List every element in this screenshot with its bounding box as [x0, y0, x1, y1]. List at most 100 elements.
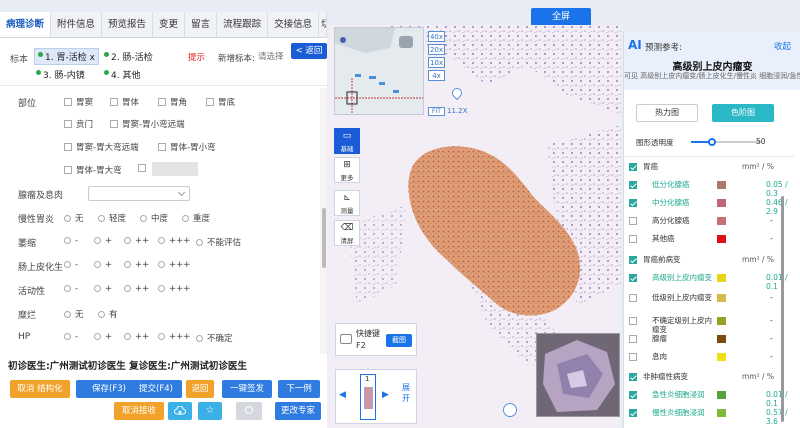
chronic-radio[interactable]: 无 — [64, 212, 84, 224]
site-checkbox[interactable]: 胃体-胃小弯 — [158, 141, 216, 153]
activity-radio[interactable]: + — [94, 284, 112, 294]
one-click-sign-button[interactable]: 一键签发 — [222, 380, 272, 398]
color-swatch[interactable] — [717, 235, 726, 243]
erosion-radio[interactable]: 无 — [64, 308, 84, 320]
activity-radio[interactable]: +++ — [158, 284, 190, 294]
metaplasia-radio[interactable]: +++ — [158, 260, 190, 270]
specimen-item-4[interactable]: 4. 其他 — [104, 68, 140, 81]
tab-flow-track[interactable]: 流程跟踪 — [217, 12, 269, 37]
metaplasia-radio[interactable]: - — [64, 260, 78, 270]
zoom-10x-button[interactable]: 10x — [428, 57, 445, 68]
category-checkbox[interactable] — [629, 373, 637, 381]
activity-radio[interactable]: - — [64, 284, 78, 294]
site-checkbox[interactable]: 胃角 — [158, 96, 187, 108]
specimen-item-3[interactable]: 3. 肠-内镜 — [36, 68, 85, 81]
site-checkbox[interactable]: 贲门 — [64, 118, 93, 130]
site-checkbox[interactable] — [138, 164, 150, 174]
tab-message[interactable]: 留言 — [185, 12, 218, 37]
category-checkbox[interactable] — [629, 199, 637, 207]
cancel-receive-button[interactable]: 取消接收 — [114, 402, 164, 420]
change-expert-button[interactable]: 更改专家 — [275, 402, 321, 420]
site-checkbox[interactable]: 胃体 — [110, 96, 139, 108]
erosion-radio[interactable]: 有 — [98, 308, 118, 320]
site-checkbox[interactable]: 胃窦 — [64, 96, 93, 108]
category-checkbox[interactable] — [629, 409, 637, 417]
tool-measure[interactable]: ⊾ 测量 — [334, 190, 360, 216]
gland-select[interactable] — [88, 186, 190, 201]
hint-text[interactable]: 提示 — [188, 51, 205, 63]
category-checkbox[interactable] — [629, 181, 637, 189]
collapse-button[interactable]: 收起 — [774, 40, 791, 52]
site-checkbox[interactable]: 胃窦-胃小弯远端 — [110, 118, 185, 130]
color-swatch[interactable] — [717, 294, 726, 302]
zoom-4x-button[interactable]: 4x — [428, 70, 445, 81]
site-checkbox[interactable]: 胃体-胃大弯 — [64, 164, 122, 176]
screenshot-button[interactable]: 截图 — [386, 334, 412, 347]
atrophy-radio[interactable]: 不能评估 — [196, 236, 241, 248]
category-checkbox[interactable] — [629, 317, 637, 325]
atrophy-radio[interactable]: ++ — [124, 236, 149, 246]
hp-radio[interactable]: ++ — [124, 332, 149, 342]
tool-clear[interactable]: ⌫ 清屏 — [334, 220, 360, 246]
category-checkbox[interactable] — [629, 353, 637, 361]
favorite-button[interactable]: ☆ — [198, 402, 222, 420]
close-icon[interactable]: x — [90, 53, 95, 63]
tab-more[interactable]: 切 — [319, 12, 327, 37]
slide-thumbnail[interactable]: 1 — [360, 374, 376, 420]
category-checkbox[interactable] — [629, 217, 637, 225]
chronic-radio[interactable]: 重度 — [182, 212, 210, 224]
form-scroll-thumb[interactable] — [322, 208, 326, 268]
hp-radio[interactable]: 不确定 — [196, 332, 233, 344]
tab-diagnosis[interactable]: 病理诊断 — [0, 12, 52, 37]
fullscreen-button[interactable]: 全屏 — [531, 8, 591, 26]
metaplasia-radio[interactable]: ++ — [124, 260, 149, 270]
zoom-20x-button[interactable]: 20x — [428, 44, 445, 55]
heatmap-preview[interactable] — [536, 333, 620, 417]
category-checkbox[interactable] — [629, 335, 637, 343]
chronic-radio[interactable]: 轻度 — [98, 212, 126, 224]
opacity-slider-handle[interactable] — [708, 138, 716, 146]
overview-navigator[interactable] — [334, 27, 424, 115]
color-swatch[interactable] — [717, 335, 726, 343]
upload-cloud-button[interactable] — [168, 402, 192, 420]
return-button[interactable]: 退回 — [186, 380, 214, 398]
tool-basic[interactable]: ▭ 基础 — [334, 128, 360, 154]
chronic-radio[interactable]: 中度 — [140, 212, 168, 224]
disabled-action-button[interactable] — [236, 402, 262, 420]
zoom-40x-button[interactable]: 40x — [428, 31, 445, 42]
prev-slide-icon[interactable]: ◀ — [339, 390, 346, 400]
color-swatch[interactable] — [717, 199, 726, 207]
tool-more[interactable]: ⊞ 更多 — [334, 157, 360, 183]
color-swatch[interactable] — [717, 317, 726, 325]
color-swatch[interactable] — [717, 181, 726, 189]
hp-radio[interactable]: + — [94, 332, 112, 342]
back-button[interactable]: < 返回 — [291, 43, 327, 59]
color-swatch[interactable] — [717, 217, 726, 225]
hp-radio[interactable]: +++ — [158, 332, 190, 342]
specimen-item-2[interactable]: 2. 肠-活检 — [104, 50, 153, 63]
site-checkbox[interactable]: 胃窦-胃大弯远端 — [64, 141, 139, 153]
category-checkbox[interactable] — [629, 163, 637, 171]
tab-preview-report[interactable]: 预览报告 — [102, 12, 154, 37]
next-case-button[interactable]: 下一例 — [278, 380, 320, 398]
cancel-structure-button[interactable]: 取消 结构化 — [10, 380, 70, 398]
next-slide-icon[interactable]: ▶ — [382, 390, 389, 400]
site-checkbox[interactable]: 胃底 — [206, 96, 235, 108]
activity-radio[interactable]: ++ — [124, 284, 149, 294]
new-specimen-select[interactable] — [258, 50, 292, 63]
category-checkbox[interactable] — [629, 274, 637, 282]
atrophy-radio[interactable]: - — [64, 236, 78, 246]
bulb-icon[interactable] — [503, 403, 517, 417]
color-swatch[interactable] — [717, 391, 726, 399]
tab-handover[interactable]: 交接信息 — [268, 12, 320, 37]
expand-button[interactable]: 展开 — [402, 382, 412, 404]
color-swatch[interactable] — [717, 409, 726, 417]
specimen-item-1[interactable]: 1. 胃-活检 x — [34, 48, 99, 65]
color-swatch[interactable] — [717, 274, 726, 282]
color-scale-button[interactable]: 色阶图 — [712, 104, 774, 122]
atrophy-radio[interactable]: +++ — [158, 236, 190, 246]
category-checkbox[interactable] — [629, 235, 637, 243]
heatmap-button[interactable]: 热力图 — [636, 104, 698, 122]
fit-button[interactable]: FIT — [428, 107, 445, 116]
hp-radio[interactable]: - — [64, 332, 78, 342]
